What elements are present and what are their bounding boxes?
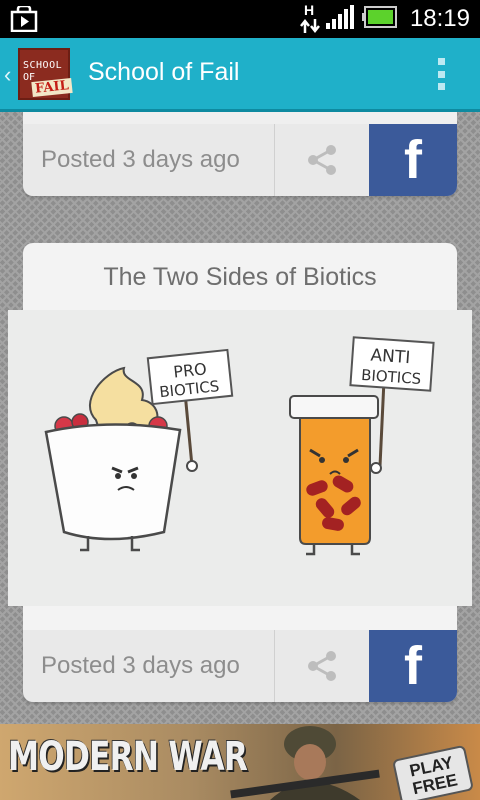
soldier-illustration (230, 726, 380, 800)
ad-banner[interactable]: MODERN WAR PLAY FREE (0, 724, 480, 800)
facebook-button[interactable]: f (369, 630, 457, 702)
share-button[interactable] (274, 124, 368, 196)
network-type-label: H (303, 2, 315, 18)
network-arrows-icon: H (299, 2, 320, 36)
logo-text-school: SCHOOL (23, 60, 63, 71)
share-icon (307, 651, 336, 681)
post-footer: Posted 3 days ago f (23, 630, 457, 702)
chevron-left-icon[interactable]: ‹ (4, 62, 11, 88)
overflow-menu-icon[interactable] (438, 58, 446, 90)
feed[interactable]: Posted 3 days ago f The Two Sides of Bio… (0, 112, 480, 724)
post-card-top-edge (23, 112, 457, 124)
post-image[interactable]: PRO BIOTICS ANTI BIOTICS (8, 310, 472, 606)
posted-time: Posted 3 days ago (41, 146, 240, 173)
facebook-button[interactable]: f (369, 124, 457, 196)
facebook-icon: f (404, 636, 422, 696)
app-logo[interactable]: SCHOOL OF FAIL (18, 48, 73, 100)
facebook-icon: f (404, 130, 422, 190)
app-title: School of Fail (88, 58, 240, 86)
logo-text-fail: FAIL (31, 77, 73, 98)
play-store-icon (10, 4, 38, 37)
clock: 18:19 (409, 5, 470, 32)
status-bar: H 18:19 (0, 0, 480, 38)
ad-title: MODERN WAR (8, 734, 248, 780)
share-icon (307, 145, 336, 175)
post-footer: Posted 3 days ago f (23, 124, 457, 196)
battery-icon (361, 5, 398, 33)
signal-icon (325, 4, 356, 34)
post-card-lower (23, 606, 457, 630)
posted-time: Posted 3 days ago (41, 652, 240, 679)
action-bar: ‹ SCHOOL OF FAIL School of Fail (0, 38, 480, 112)
post-title: The Two Sides of Biotics (103, 263, 377, 291)
anti-sign-line1: ANTI (370, 346, 411, 369)
share-button[interactable] (274, 630, 368, 702)
